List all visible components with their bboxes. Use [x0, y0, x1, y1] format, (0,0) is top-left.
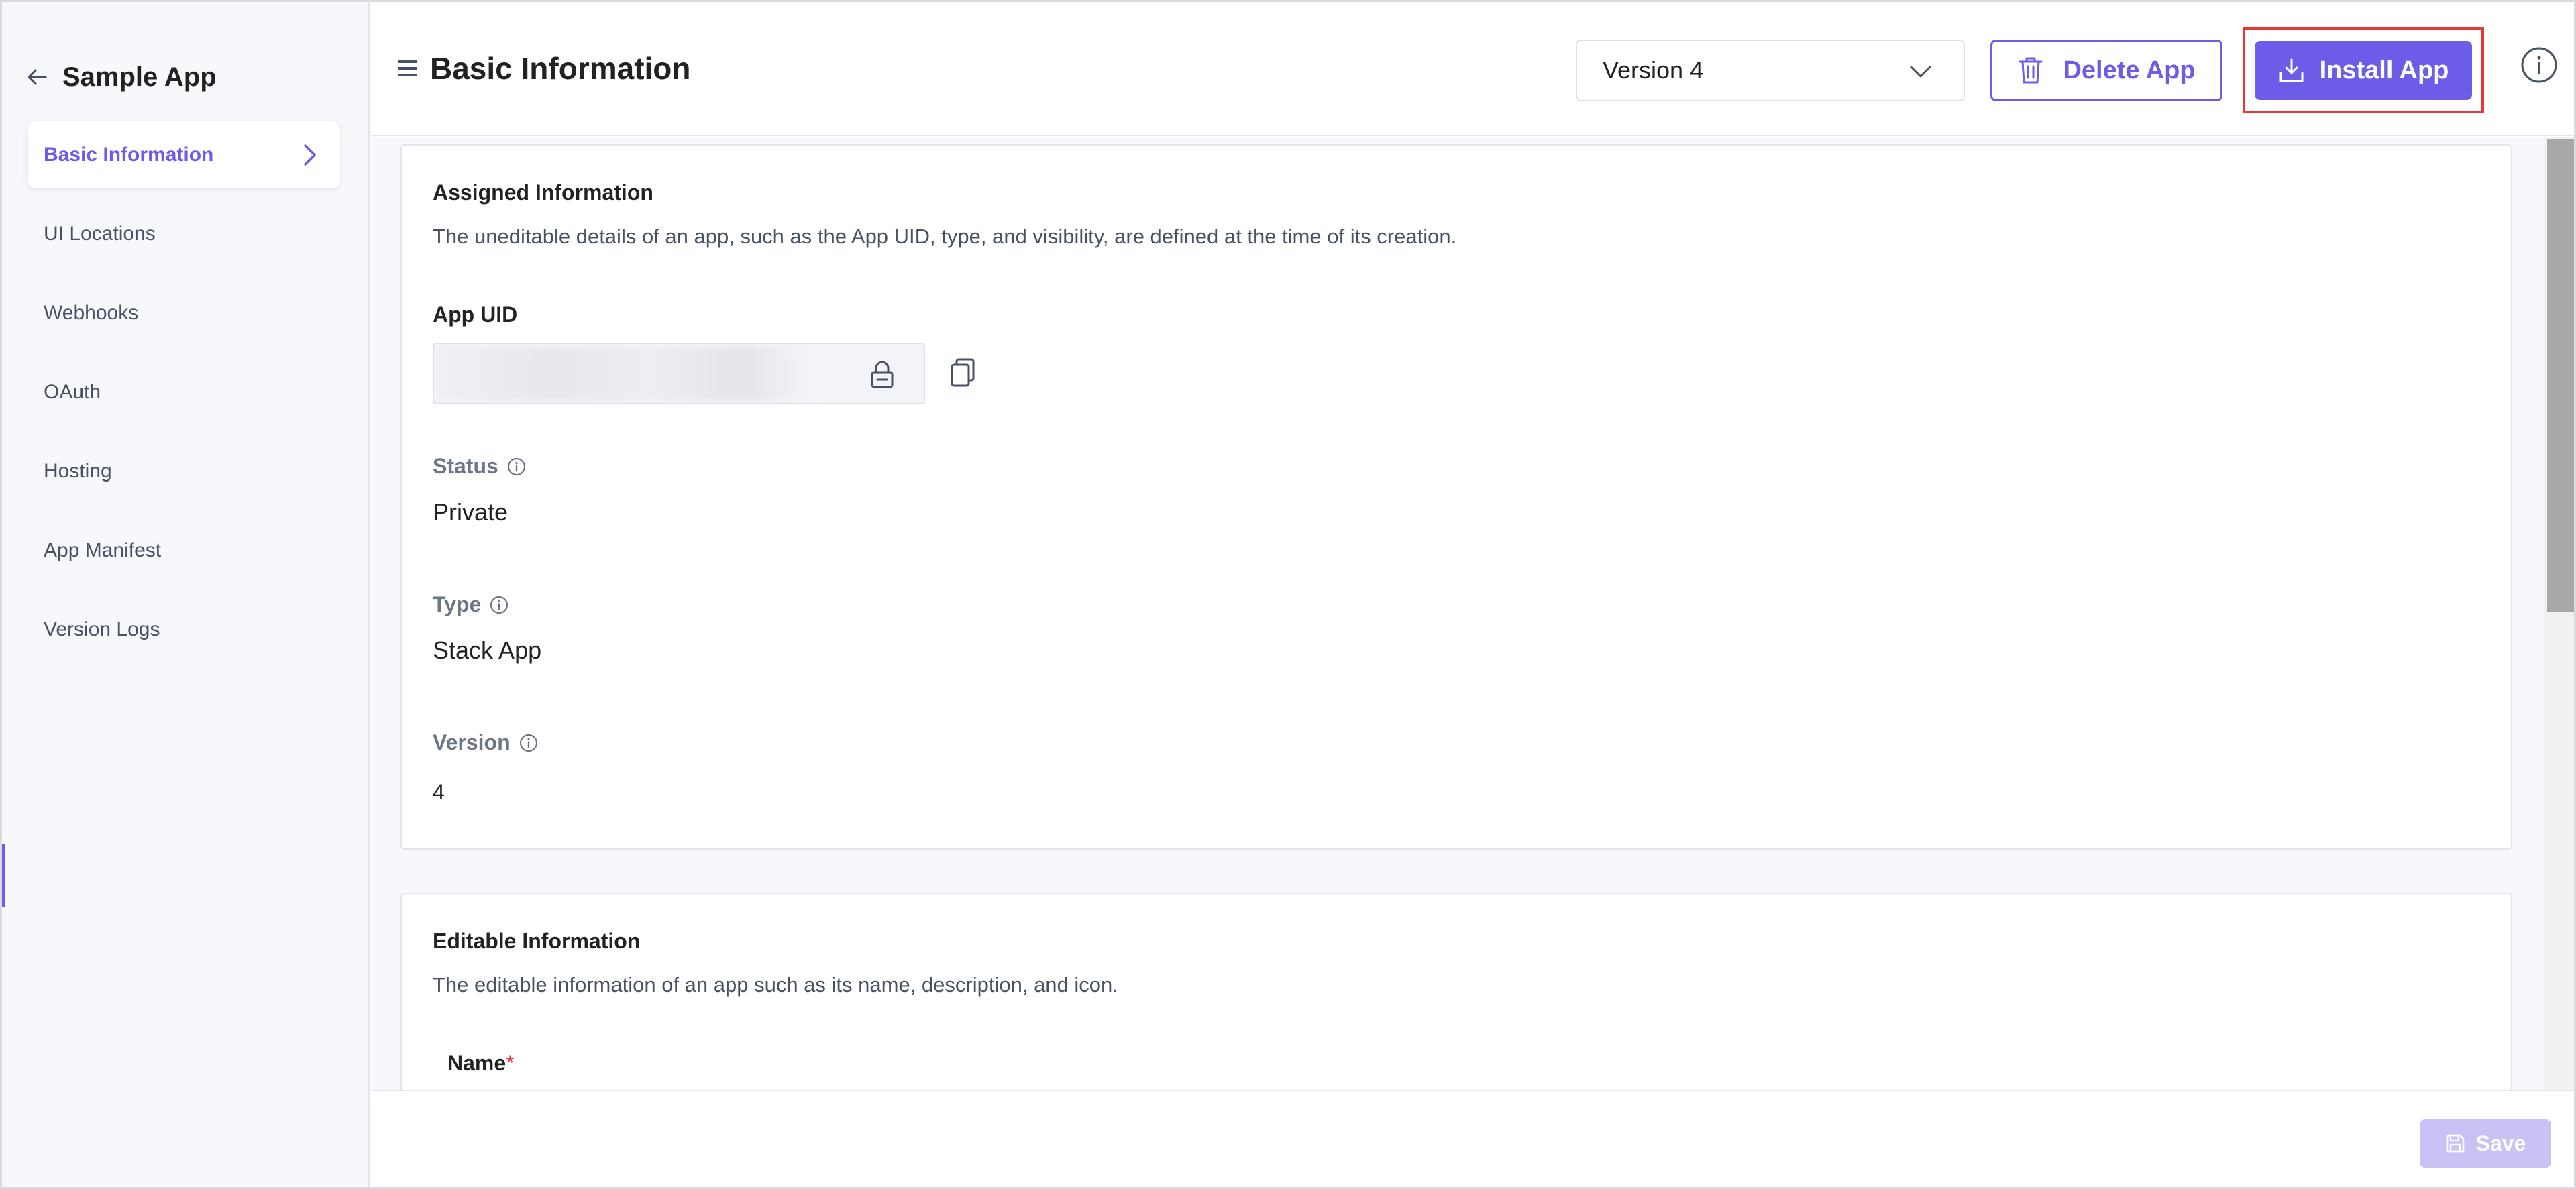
- sidebar-item-label: OAuth: [44, 381, 101, 403]
- info-icon[interactable]: [489, 595, 509, 615]
- save-label: Save: [2475, 1131, 2526, 1155]
- chevron-down-icon: [1910, 66, 1931, 78]
- sidebar-item-hosting[interactable]: Hosting: [28, 438, 340, 505]
- type-label-text: Type: [433, 592, 482, 616]
- sidebar-item-ui-locations[interactable]: UI Locations: [28, 201, 340, 268]
- assigned-information-description: The uneditable details of an app, such a…: [433, 225, 1457, 248]
- install-app-highlight: Install App: [2243, 27, 2484, 113]
- chevron-right-icon: [304, 144, 316, 166]
- page-footer: Save: [371, 1090, 2574, 1187]
- type-label: Type: [433, 592, 509, 617]
- save-icon: [2446, 1134, 2464, 1153]
- sidebar-header: Sample App: [25, 60, 217, 95]
- assigned-information-card: Assigned Information The uneditable deta…: [400, 144, 2512, 850]
- sidebar-item-webhooks[interactable]: Webhooks: [28, 280, 340, 347]
- scrollbar-thumb[interactable]: [2547, 139, 2574, 612]
- editable-information-title: Editable Information: [433, 929, 641, 953]
- sidebar-item-app-manifest[interactable]: App Manifest: [28, 517, 340, 584]
- app-uid-field: [433, 343, 925, 404]
- name-field-label: Name*: [447, 1051, 515, 1076]
- version-select[interactable]: Version 4: [1576, 40, 1965, 101]
- sidebar-item-label: App Manifest: [44, 539, 162, 561]
- required-mark: *: [506, 1051, 515, 1075]
- sidebar: Sample App Basic Information UI Location…: [2, 2, 370, 1187]
- delete-app-label: Delete App: [2063, 56, 2196, 84]
- page-title: Basic Information: [430, 51, 691, 86]
- sidebar-item-version-logs[interactable]: Version Logs: [28, 596, 340, 663]
- status-label-text: Status: [433, 454, 498, 478]
- lock-icon: [871, 361, 894, 388]
- name-label-text: Name: [447, 1051, 506, 1075]
- sidebar-nav: Basic Information UI Locations Webhooks …: [28, 121, 340, 675]
- version-label: Version: [433, 730, 539, 755]
- sidebar-item-label: Hosting: [44, 460, 112, 482]
- main-content: Assigned Information The uneditable deta…: [371, 137, 2544, 1090]
- status-label: Status: [433, 454, 527, 479]
- info-icon[interactable]: [506, 457, 527, 477]
- app-uid-label: App UID: [433, 302, 518, 327]
- install-app-label: Install App: [2319, 56, 2449, 84]
- sidebar-edge-indicator: [2, 844, 5, 907]
- delete-app-button[interactable]: Delete App: [1990, 40, 2222, 101]
- info-icon[interactable]: [2519, 45, 2559, 85]
- app-window: Sample App Basic Information UI Location…: [0, 0, 2576, 1189]
- version-label-text: Version: [433, 730, 511, 754]
- sidebar-item-label: Basic Information: [44, 144, 214, 166]
- sidebar-item-label: Webhooks: [44, 302, 139, 324]
- download-icon: [2279, 58, 2304, 82]
- install-app-button[interactable]: Install App: [2255, 41, 2472, 100]
- sidebar-item-oauth[interactable]: OAuth: [28, 359, 340, 426]
- sidebar-item-label: UI Locations: [44, 223, 156, 245]
- copy-icon[interactable]: [949, 357, 976, 388]
- app-name: Sample App: [62, 62, 217, 92]
- trash-icon: [2019, 57, 2043, 84]
- hamburger-menu-icon[interactable]: [398, 58, 418, 78]
- back-arrow-icon[interactable]: [25, 65, 49, 89]
- version-select-value: Version 4: [1603, 56, 1704, 84]
- type-value: Stack App: [433, 636, 542, 664]
- assigned-information-title: Assigned Information: [433, 180, 653, 205]
- sidebar-item-basic-information[interactable]: Basic Information: [28, 121, 340, 188]
- save-button[interactable]: Save: [2420, 1119, 2551, 1168]
- app-uid-redacted-value: [438, 347, 820, 400]
- editable-information-card: Editable Information The editable inform…: [400, 893, 2512, 1090]
- version-value: 4: [433, 780, 445, 804]
- info-icon[interactable]: [519, 733, 539, 753]
- status-value: Private: [433, 498, 508, 526]
- sidebar-item-label: Version Logs: [44, 618, 160, 640]
- editable-information-description: The editable information of an app such …: [433, 973, 1118, 997]
- page-header: Basic Information Version 4 Delete App I…: [371, 2, 2574, 136]
